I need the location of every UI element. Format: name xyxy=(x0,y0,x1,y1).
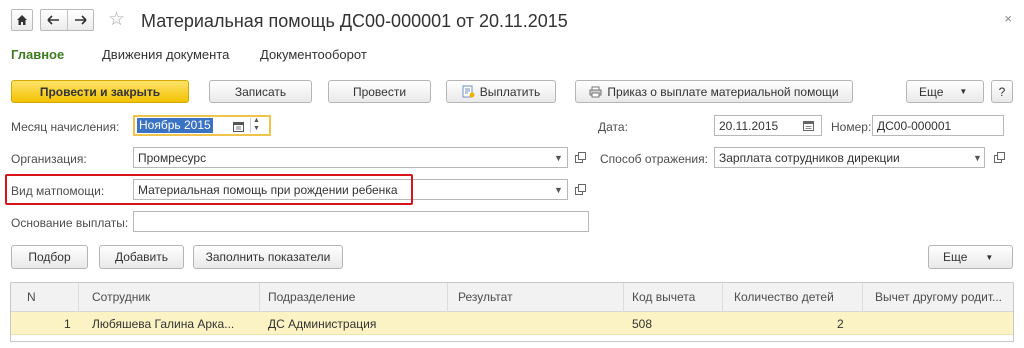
column-header-other-parent[interactable]: Вычет другому родит... xyxy=(875,290,1002,304)
calendar-icon[interactable] xyxy=(803,121,814,131)
date-label: Дата: xyxy=(598,120,628,134)
spin-buttons[interactable]: ▲ ▼ xyxy=(253,117,260,133)
star-icon[interactable]: ☆ xyxy=(108,10,125,30)
cell-children-count: 2 xyxy=(837,317,844,331)
pay-button[interactable]: Выплатить xyxy=(446,80,556,103)
close-icon[interactable]: × xyxy=(1004,11,1012,26)
cell-employee: Любяшева Галина Арка... xyxy=(92,317,235,331)
number-label: Номер: xyxy=(831,120,872,134)
date-value: 20.11.2015 xyxy=(719,118,779,133)
chevron-down-icon: ▼ xyxy=(985,252,994,262)
reflection-label: Способ отражения: xyxy=(600,152,708,166)
print-icon xyxy=(589,86,602,97)
number-field[interactable]: ДС00-000001 xyxy=(872,115,1004,136)
highlight-frame xyxy=(5,174,413,205)
back-arrow-icon xyxy=(47,15,60,25)
more-button[interactable]: Еще ▼ xyxy=(906,80,984,103)
column-separator xyxy=(722,283,723,312)
tab-document-flow[interactable]: Документооборот xyxy=(260,47,367,62)
date-field[interactable]: 20.11.2015 xyxy=(714,115,822,136)
tab-main[interactable]: Главное xyxy=(11,47,64,62)
tab-document-movements[interactable]: Движения документа xyxy=(102,47,229,62)
table-header: N Сотрудник Подразделение Результат Код … xyxy=(11,283,1013,312)
organization-dropdown-icon[interactable]: ▼ xyxy=(551,147,566,168)
forward-arrow-icon xyxy=(74,15,87,25)
organization-field[interactable]: Промресурс xyxy=(133,147,568,168)
aid-type-open-icon[interactable] xyxy=(573,179,587,200)
column-separator xyxy=(447,283,448,312)
organization-label: Организация: xyxy=(11,152,87,166)
reflection-open-icon[interactable] xyxy=(992,147,1006,168)
basis-field[interactable] xyxy=(133,211,589,232)
table-more-button[interactable]: Еще ▼ xyxy=(928,245,1013,269)
page-title: Материальная помощь ДС00-000001 от 20.11… xyxy=(141,11,568,31)
reflection-field[interactable]: Зарплата сотрудников дирекции xyxy=(714,147,985,168)
column-header-result[interactable]: Результат xyxy=(458,290,513,304)
history-navigation xyxy=(40,9,94,31)
calendar-icon[interactable] xyxy=(233,121,244,132)
pay-button-label: Выплатить xyxy=(479,84,541,99)
column-separator xyxy=(78,283,79,312)
organization-open-icon[interactable] xyxy=(573,147,587,168)
save-button[interactable]: Записать xyxy=(209,80,312,103)
month-value: Ноябрь 2015 xyxy=(137,118,213,133)
post-and-close-button[interactable]: Провести и закрыть xyxy=(11,80,189,103)
month-field[interactable]: Ноябрь 2015 ▲ ▼ xyxy=(133,115,271,136)
cell-department: ДС Администрация xyxy=(268,317,377,331)
reflection-dropdown-icon[interactable]: ▼ xyxy=(970,147,985,168)
basis-label: Основание выплаты: xyxy=(11,216,129,230)
table-more-label: Еще xyxy=(943,250,968,264)
home-icon xyxy=(17,15,27,25)
cell-deduction-code: 508 xyxy=(632,317,653,331)
employees-table: N Сотрудник Подразделение Результат Код … xyxy=(10,282,1014,342)
chevron-down-icon: ▼ xyxy=(959,87,968,96)
help-button[interactable]: ? xyxy=(991,80,1013,103)
field-divider xyxy=(250,118,251,133)
order-print-button[interactable]: Приказ о выплате материальной помощи xyxy=(575,80,853,103)
home-button[interactable] xyxy=(11,9,33,31)
add-button[interactable]: Добавить xyxy=(99,245,184,269)
fill-indicators-button[interactable]: Заполнить показатели xyxy=(193,245,343,269)
back-button[interactable] xyxy=(41,15,67,25)
select-button[interactable]: Подбор xyxy=(11,245,88,269)
column-header-department[interactable]: Подразделение xyxy=(268,290,355,304)
column-header-employee[interactable]: Сотрудник xyxy=(92,290,150,304)
more-button-label: Еще xyxy=(919,84,944,99)
table-row[interactable]: 1 Любяшева Галина Арка... ДС Администрац… xyxy=(11,312,1013,335)
aid-type-dropdown-icon[interactable]: ▼ xyxy=(551,179,566,200)
column-separator xyxy=(862,283,863,312)
column-separator xyxy=(259,283,260,312)
forward-button[interactable] xyxy=(68,15,94,25)
pay-doc-icon xyxy=(462,85,475,98)
month-label: Месяц начисления: xyxy=(11,120,120,134)
post-button[interactable]: Провести xyxy=(328,80,431,103)
column-header-children-count[interactable]: Количество детей xyxy=(734,290,834,304)
column-header-deduction-code[interactable]: Код вычета xyxy=(632,290,695,304)
order-print-label: Приказ о выплате материальной помощи xyxy=(607,84,839,99)
cell-n: 1 xyxy=(64,317,71,331)
column-header-n[interactable]: N xyxy=(27,290,36,304)
column-separator xyxy=(623,283,624,312)
